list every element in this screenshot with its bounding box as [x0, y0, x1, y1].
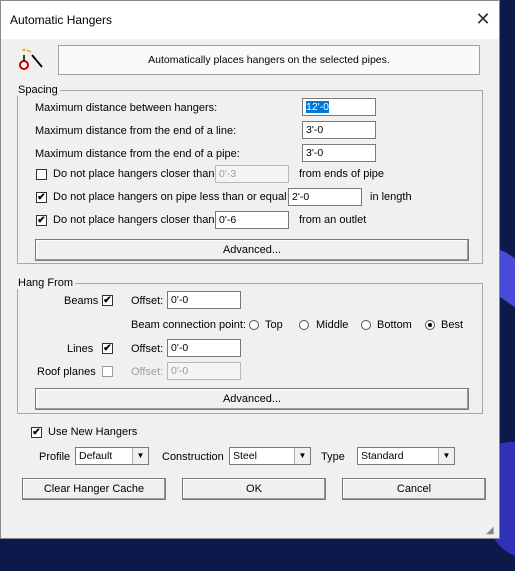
use-new-hangers-checkbox[interactable]: ✔ — [31, 427, 42, 438]
outlet-checkbox[interactable]: ✔ — [36, 215, 47, 226]
close-icon[interactable]: ✕ — [471, 7, 495, 31]
short-pipe-input[interactable]: 2'-0 — [288, 188, 362, 206]
lines-offset-input[interactable]: 0'-0 — [167, 339, 241, 357]
description-text: Automatically places hangers on the sele… — [148, 54, 390, 66]
dialog-title: Automatic Hangers — [10, 13, 113, 27]
max-between-input[interactable]: 12'-0 — [302, 98, 376, 116]
type-select[interactable]: Standard ▼ — [357, 447, 455, 465]
cancel-button[interactable]: Cancel — [342, 478, 486, 500]
connection-top-radio[interactable] — [249, 320, 259, 330]
short-pipe-label: Do not place hangers on pipe less than o… — [53, 191, 299, 203]
resize-grip-icon[interactable]: ◢ — [486, 525, 496, 536]
roof-offset-label: Offset: — [131, 366, 164, 378]
spacing-advanced-button[interactable]: Advanced... — [35, 239, 469, 261]
closer-ends-checkbox[interactable] — [36, 169, 47, 180]
roof-planes-checkbox[interactable] — [102, 366, 113, 377]
construction-label: Construction — [162, 451, 224, 463]
connection-bottom-radio[interactable] — [361, 320, 371, 330]
roof-offset-input[interactable]: 0'-0 — [167, 362, 241, 380]
title-bar: Automatic Hangers ✕ — [1, 1, 499, 39]
closer-ends-input[interactable]: 0'-3 — [215, 165, 289, 183]
lines-offset-label: Offset: — [131, 343, 164, 355]
connection-best-label: Best — [441, 319, 464, 331]
connection-best-radio[interactable] — [425, 320, 435, 330]
beams-offset-label: Offset: — [131, 295, 164, 307]
use-new-hangers-label: Use New Hangers — [48, 426, 138, 438]
roof-planes-label: Roof planes — [37, 366, 96, 378]
outlet-input[interactable]: 0'-6 — [215, 211, 289, 229]
profile-select[interactable]: Default ▼ — [75, 447, 149, 465]
type-label: Type — [321, 451, 345, 463]
beams-checkbox[interactable]: ✔ — [102, 295, 113, 306]
outlet-suffix: from an outlet — [299, 214, 367, 226]
chevron-down-icon: ▼ — [132, 448, 148, 464]
connection-middle-radio[interactable] — [299, 320, 309, 330]
hang-from-group-label: Hang From — [16, 277, 76, 289]
max-between-label: Maximum distance between hangers: — [35, 102, 218, 114]
automatic-hangers-dialog: Automatic Hangers ✕ Automatically places… — [0, 0, 500, 539]
beams-offset-input[interactable]: 0'-0 — [167, 291, 241, 309]
chevron-down-icon: ▼ — [294, 448, 310, 464]
chevron-down-icon: ▼ — [438, 448, 454, 464]
outlet-label: Do not place hangers closer than — [53, 214, 215, 226]
connection-top-label: Top — [265, 319, 283, 331]
closer-ends-label: Do not place hangers closer than — [53, 168, 215, 180]
beam-connection-label: Beam connection point: — [131, 319, 246, 331]
lines-checkbox[interactable]: ✔ — [102, 343, 113, 354]
description-box: Automatically places hangers on the sele… — [58, 45, 480, 75]
hang-from-advanced-button[interactable]: Advanced... — [35, 388, 469, 410]
ok-button[interactable]: OK — [182, 478, 326, 500]
construction-select[interactable]: Steel ▼ — [229, 447, 311, 465]
spacing-group-label: Spacing — [16, 84, 60, 96]
max-end-pipe-label: Maximum distance from the end of a pipe: — [35, 148, 240, 160]
connection-bottom-label: Bottom — [377, 319, 412, 331]
lines-label: Lines — [67, 343, 94, 355]
beams-label: Beams — [64, 295, 99, 307]
max-end-pipe-input[interactable]: 3'-0 — [302, 144, 376, 162]
clear-hanger-cache-button[interactable]: Clear Hanger Cache — [22, 478, 166, 500]
max-end-line-label: Maximum distance from the end of a line: — [35, 125, 237, 137]
closer-ends-suffix: from ends of pipe — [299, 168, 384, 180]
connection-middle-label: Middle — [316, 319, 349, 331]
short-pipe-checkbox[interactable]: ✔ — [36, 192, 47, 203]
max-end-line-input[interactable]: 3'-0 — [302, 121, 376, 139]
profile-label: Profile — [39, 451, 71, 463]
hanger-wand-icon — [18, 45, 52, 75]
short-pipe-suffix: in length — [370, 191, 412, 203]
